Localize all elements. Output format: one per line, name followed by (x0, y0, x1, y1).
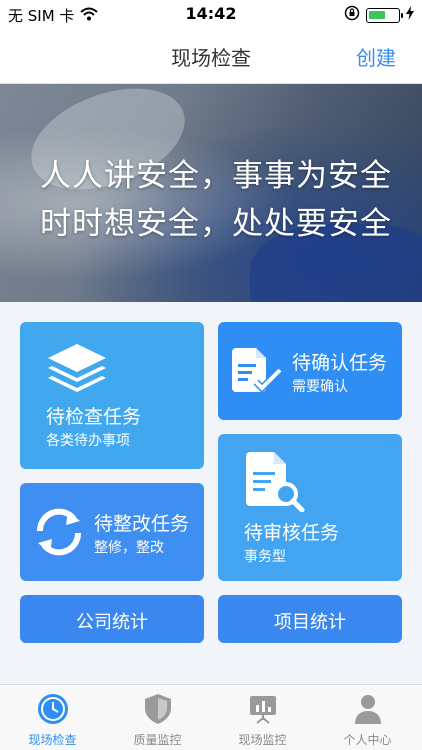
tab-site-inspection[interactable]: 现场检查 (0, 685, 105, 750)
battery-icon (366, 7, 403, 23)
company-stats-button[interactable]: 公司统计 (20, 595, 204, 643)
tab-quality-monitor[interactable]: 质量监控 (105, 685, 210, 750)
document-check-icon (230, 348, 284, 400)
user-icon (315, 693, 420, 727)
project-stats-label: 项目统计 (274, 612, 346, 633)
banner-slogan-line2: 时时想安全，处处要安全 (40, 206, 392, 242)
pending-check-card[interactable]: 待检查任务 各类待办事项 (20, 322, 204, 469)
clock-icon (0, 693, 105, 727)
status-right (344, 5, 414, 25)
refresh-icon (32, 507, 86, 561)
pending-fix-subtitle: 整修，整改 (94, 540, 164, 556)
tab-bar: 现场检查 质量监控 现场监控 个人中心 (0, 684, 422, 750)
rotation-lock-icon (344, 5, 360, 25)
pending-fix-card[interactable]: 待整改任务 整修，整改 (20, 483, 204, 581)
tab-label: 现场监控 (238, 733, 287, 747)
company-stats-label: 公司统计 (76, 612, 148, 633)
tab-label: 个人中心 (343, 733, 392, 747)
pending-confirm-card[interactable]: 待确认任务 需要确认 (218, 322, 402, 420)
pending-review-subtitle: 事务型 (244, 549, 286, 565)
shield-icon (105, 693, 210, 727)
tab-profile[interactable]: 个人中心 (315, 685, 420, 750)
tab-label: 现场检查 (28, 733, 77, 747)
presentation-board-icon (210, 693, 315, 727)
pending-check-title: 待检查任务 (46, 406, 142, 428)
pending-fix-title: 待整改任务 (94, 513, 190, 535)
pending-confirm-subtitle: 需要确认 (292, 379, 348, 395)
status-bar: 无 SIM 卡 14:42 (0, 0, 422, 28)
pending-confirm-title: 待确认任务 (292, 352, 388, 374)
banner-slogan-line1: 人人讲安全，事事为安全 (40, 158, 392, 194)
document-search-icon (244, 452, 306, 516)
pending-check-subtitle: 各类待办事项 (46, 433, 130, 449)
create-button[interactable]: 创建 (356, 42, 396, 71)
project-stats-button[interactable]: 项目统计 (218, 595, 402, 643)
pending-review-title: 待审核任务 (244, 522, 340, 544)
navigation-bar: 现场检查 创建 (0, 28, 422, 84)
tab-label: 质量监控 (133, 733, 182, 747)
layers-icon (46, 342, 108, 406)
safety-banner: 人人讲安全，事事为安全 时时想安全，处处要安全 (0, 84, 422, 302)
tab-site-monitor[interactable]: 现场监控 (210, 685, 315, 750)
charging-icon (406, 6, 414, 24)
pending-review-card[interactable]: 待审核任务 事务型 (218, 434, 402, 581)
